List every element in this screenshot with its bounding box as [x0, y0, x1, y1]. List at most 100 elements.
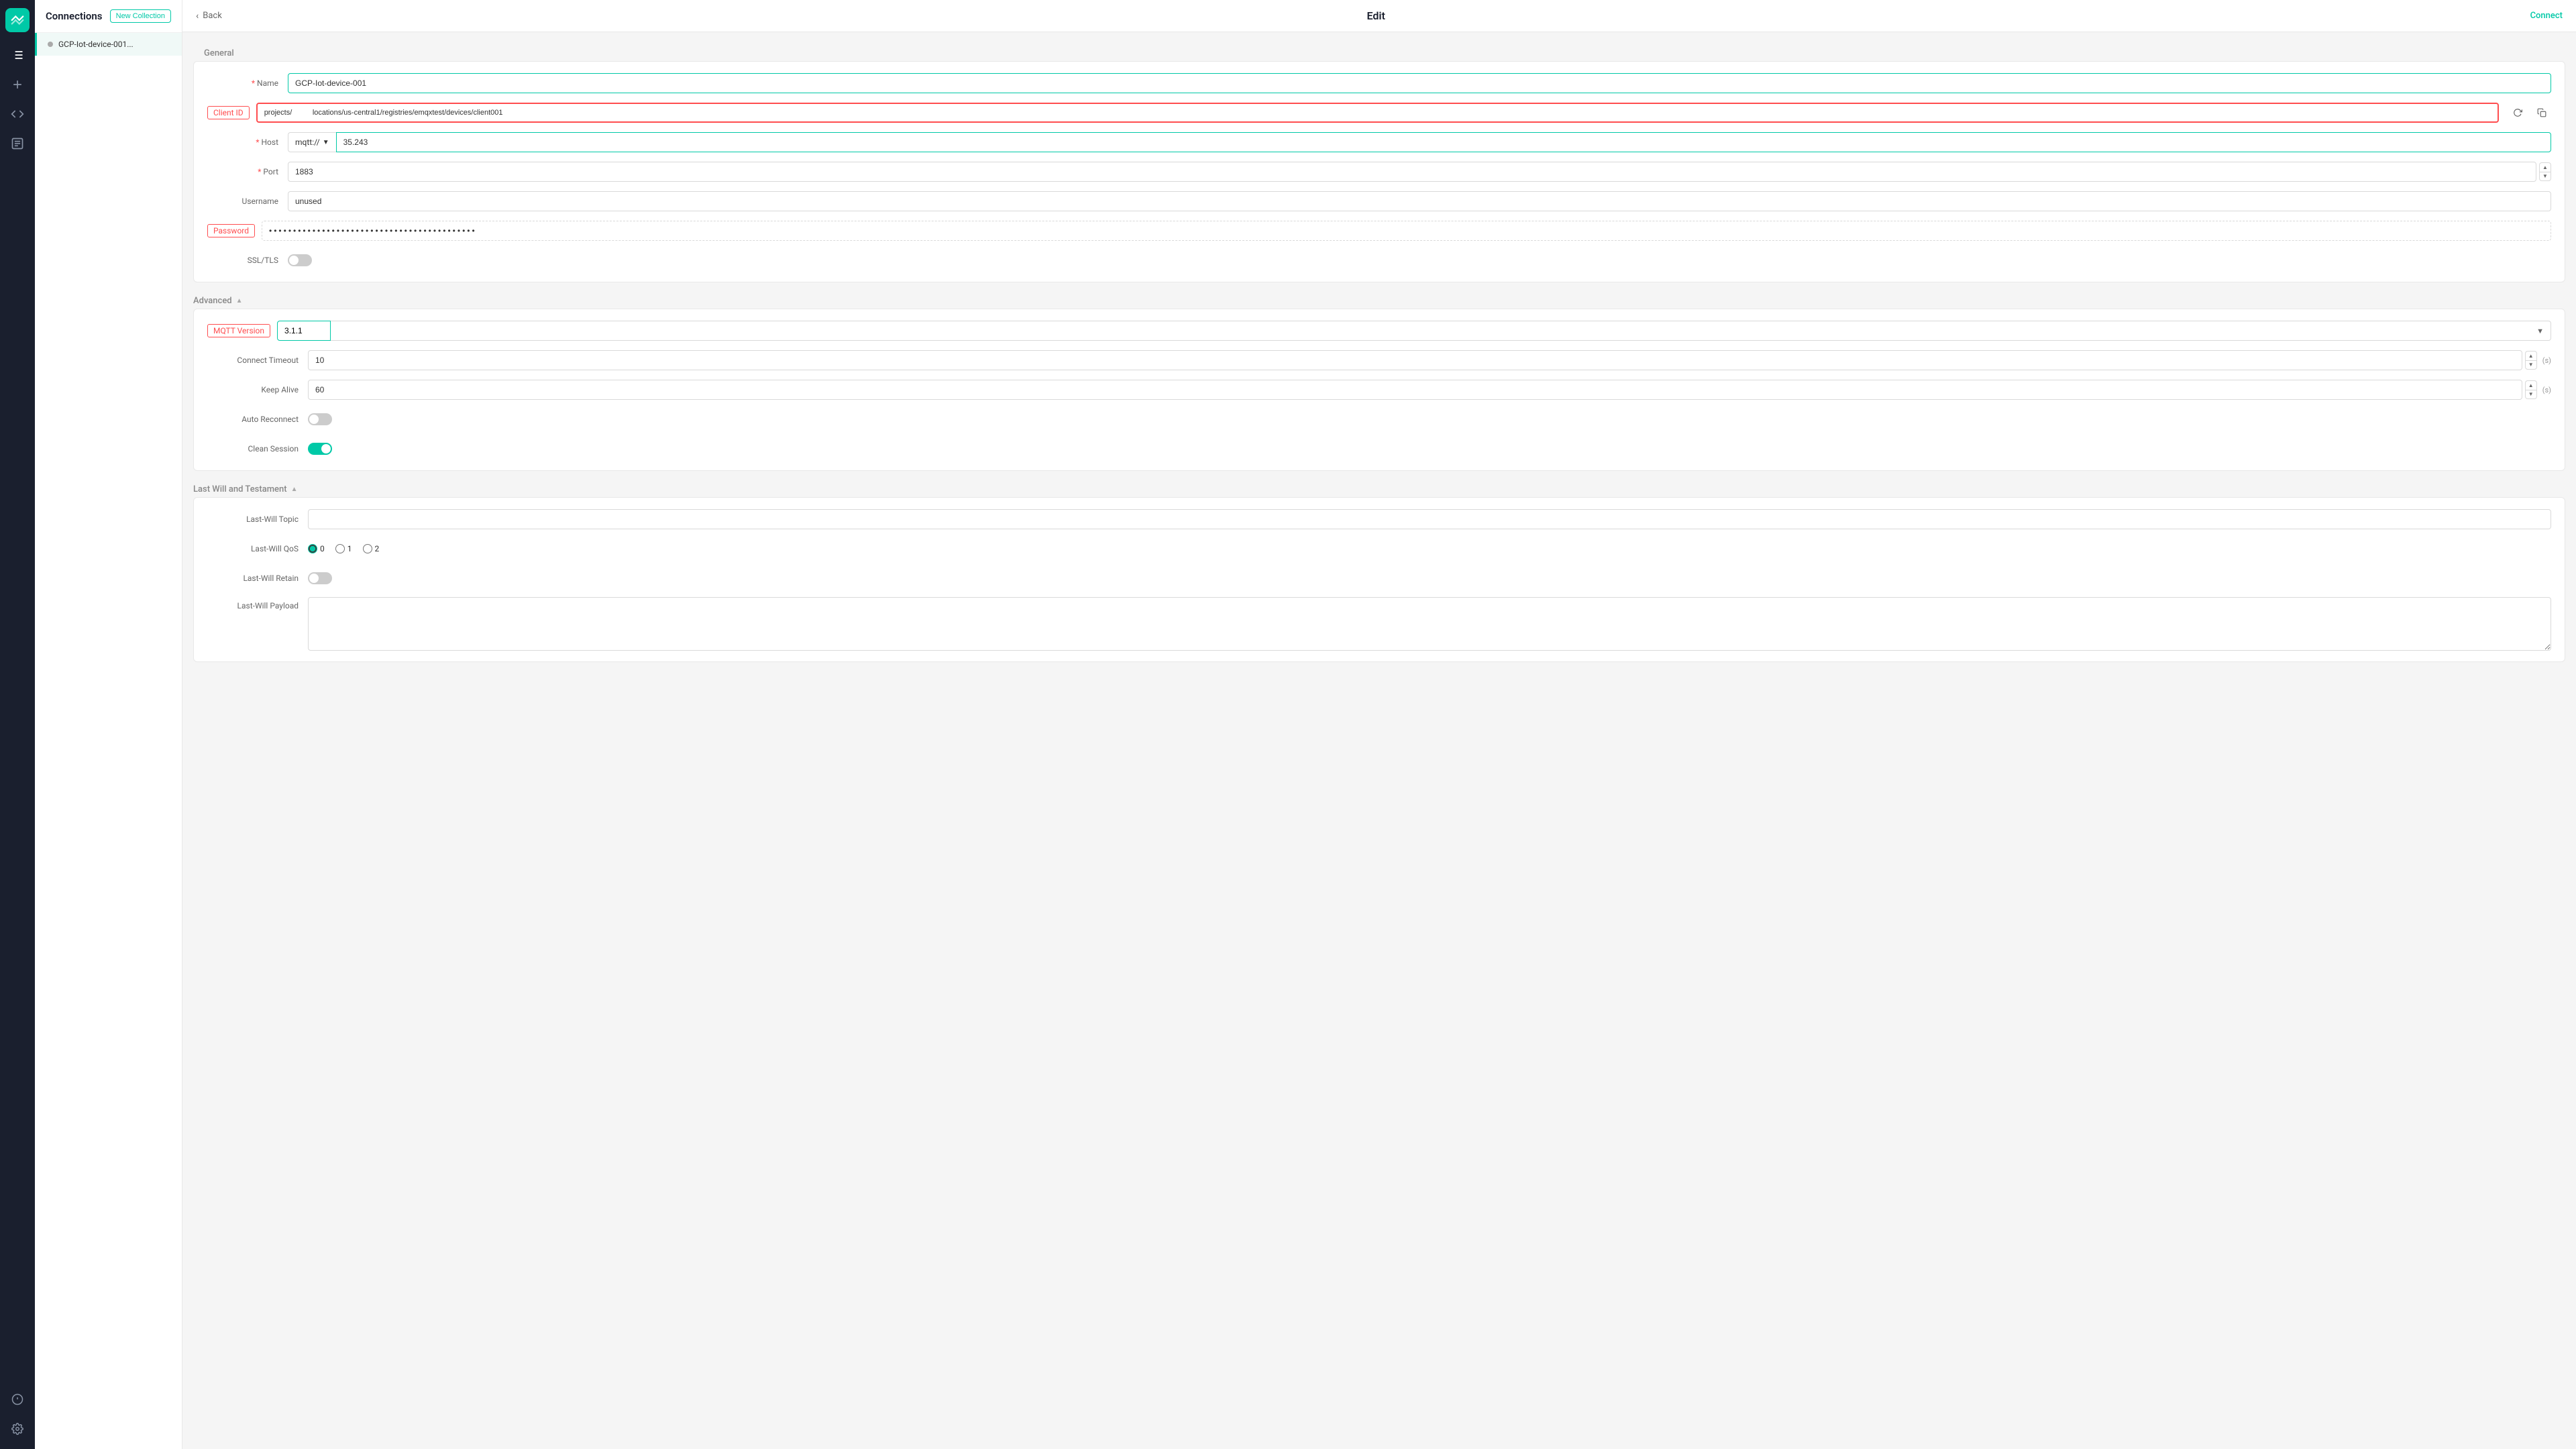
general-section: Name Client ID: [193, 61, 2565, 282]
name-row: Name: [207, 72, 2551, 94]
password-label: Password: [207, 224, 255, 237]
qos-label-2: 2: [375, 544, 380, 553]
connect-timeout-input[interactable]: [308, 350, 2522, 370]
last-will-section-label: Last Will and Testament: [193, 484, 287, 494]
qos-option-2[interactable]: 2: [363, 544, 380, 553]
refresh-client-id-button[interactable]: [2508, 103, 2527, 122]
port-input[interactable]: [288, 162, 2536, 182]
qos-options: 0 1 2: [308, 544, 379, 553]
sidebar-item-info[interactable]: [5, 1387, 30, 1411]
keep-alive-spinner: ▲ ▼: [2525, 380, 2537, 399]
last-will-retain-label: Last-Will Retain: [207, 574, 308, 583]
last-will-qos-row: Last-Will QoS 0 1 2: [207, 538, 2551, 559]
sidebar-item-log[interactable]: [5, 131, 30, 156]
ssl-tls-toggle[interactable]: [288, 254, 312, 266]
info-icon: [11, 1393, 23, 1405]
qos-radio-2[interactable]: [363, 544, 372, 553]
ssl-tls-row: SSL/TLS: [207, 250, 2551, 271]
host-protocol-selector[interactable]: mqtt:// ▼: [288, 132, 336, 152]
connections-title: Connections: [46, 10, 102, 22]
keep-alive-label: Keep Alive: [207, 385, 308, 394]
port-spinner: ▲ ▼: [2539, 162, 2551, 181]
connections-icon: [11, 48, 24, 62]
qos-option-0[interactable]: 0: [308, 544, 325, 553]
left-panel-header: Connections New Collection: [35, 0, 182, 33]
qos-radio-0[interactable]: [308, 544, 317, 553]
connect-timeout-unit: (s): [2542, 356, 2551, 365]
host-row: Host mqtt:// ▼: [207, 131, 2551, 153]
connect-timeout-row: Connect Timeout ▲ ▼ (s): [207, 350, 2551, 371]
mqtt-version-row: MQTT Version ▼: [207, 320, 2551, 341]
host-input-row: mqtt:// ▼: [288, 132, 2551, 152]
connection-item-gcp[interactable]: GCP-Iot-device-001...: [35, 33, 182, 56]
keep-alive-decrement[interactable]: ▼: [2525, 390, 2537, 399]
port-increment-button[interactable]: ▲: [2539, 162, 2551, 172]
code-icon: [11, 107, 24, 121]
password-input[interactable]: [262, 221, 2551, 241]
keep-alive-input[interactable]: [308, 380, 2522, 400]
mqtt-version-input[interactable]: [277, 321, 331, 341]
sidebar-item-settings[interactable]: [5, 1417, 30, 1441]
protocol-value: mqtt://: [295, 138, 320, 147]
general-section-label: General: [193, 40, 2565, 61]
sidebar: [0, 0, 35, 1449]
sidebar-item-connections[interactable]: [5, 43, 30, 67]
keep-alive-increment[interactable]: ▲: [2525, 380, 2537, 390]
last-will-topic-label: Last-Will Topic: [207, 515, 308, 524]
auto-reconnect-toggle[interactable]: [308, 413, 332, 425]
username-label: Username: [207, 197, 288, 206]
form-area: General Name Client ID: [182, 32, 2576, 1449]
last-will-retain-toggle[interactable]: [308, 572, 332, 584]
clean-session-label: Clean Session: [207, 444, 308, 453]
clean-session-row: Clean Session: [207, 438, 2551, 460]
mqtt-version-dropdown[interactable]: ▼: [331, 321, 2551, 341]
connect-button[interactable]: Connect: [2530, 11, 2563, 21]
connect-timeout-increment[interactable]: ▲: [2525, 351, 2537, 360]
host-ip-input[interactable]: [336, 132, 2551, 152]
connect-timeout-decrement[interactable]: ▼: [2525, 360, 2537, 370]
copy-icon: [2537, 108, 2546, 117]
topbar: ‹ Back Edit Connect: [182, 0, 2576, 32]
left-panel: Connections New Collection GCP-Iot-devic…: [35, 0, 182, 1449]
ssl-tls-label: SSL/TLS: [207, 256, 288, 265]
connection-status-dot: [48, 42, 53, 47]
back-label: Back: [203, 11, 222, 21]
client-id-input-row: [256, 103, 2551, 123]
connect-timeout-label: Connect Timeout: [207, 356, 308, 365]
last-will-collapse-icon: ▲: [291, 486, 298, 493]
new-collection-button[interactable]: New Collection: [110, 9, 171, 23]
last-will-topic-input[interactable]: [308, 509, 2551, 529]
name-input[interactable]: [288, 73, 2551, 93]
sidebar-item-add[interactable]: [5, 72, 30, 97]
add-icon: [11, 78, 24, 91]
keep-alive-unit: (s): [2542, 386, 2551, 394]
chevron-left-icon: ‹: [196, 11, 199, 21]
qos-option-1[interactable]: 1: [335, 544, 352, 553]
copy-client-id-button[interactable]: [2532, 103, 2551, 122]
advanced-collapse-icon: ▲: [236, 297, 243, 305]
qos-radio-1[interactable]: [335, 544, 345, 553]
last-will-payload-input[interactable]: [308, 597, 2551, 651]
sidebar-item-script[interactable]: [5, 102, 30, 126]
username-input[interactable]: [288, 191, 2551, 211]
last-will-topic-row: Last-Will Topic: [207, 508, 2551, 530]
password-row: Password: [207, 220, 2551, 241]
last-will-payload-row: Last-Will Payload: [207, 597, 2551, 651]
main-content: ‹ Back Edit Connect General Name Client …: [182, 0, 2576, 1449]
port-row: Port ▲ ▼: [207, 161, 2551, 182]
mqtt-version-label: MQTT Version: [207, 324, 270, 337]
back-button[interactable]: ‹ Back: [196, 11, 222, 21]
clean-session-toggle[interactable]: [308, 443, 332, 455]
advanced-section-header[interactable]: Advanced ▲: [193, 290, 2565, 309]
mqtt-version-chevron: ▼: [2536, 327, 2544, 335]
app-logo: [5, 8, 30, 32]
name-label: Name: [207, 78, 288, 88]
last-will-qos-label: Last-Will QoS: [207, 544, 308, 553]
last-will-section-header[interactable]: Last Will and Testament ▲: [193, 479, 2565, 497]
last-will-section: Last-Will Topic Last-Will QoS 0 1: [193, 497, 2565, 662]
auto-reconnect-row: Auto Reconnect: [207, 409, 2551, 430]
client-id-input[interactable]: [256, 103, 2499, 123]
port-label: Port: [207, 167, 288, 176]
port-decrement-button[interactable]: ▼: [2539, 172, 2551, 181]
qos-label-0: 0: [320, 544, 325, 553]
